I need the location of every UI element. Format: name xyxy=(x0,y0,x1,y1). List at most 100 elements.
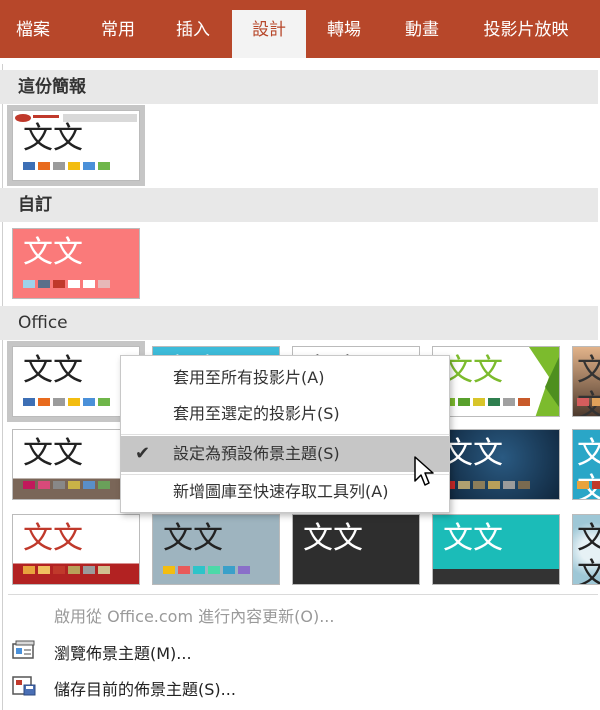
menu-separator xyxy=(121,434,449,435)
color-swatch xyxy=(38,162,50,170)
color-swatch xyxy=(592,481,600,489)
color-swatch xyxy=(223,566,235,574)
tab-insert[interactable]: 插入 xyxy=(157,10,229,58)
menu-apply-all-slides[interactable]: 套用至所有投影片(A) xyxy=(121,360,449,396)
theme-thumb-partial[interactable]: 文文 xyxy=(572,346,600,417)
color-swatch xyxy=(577,481,589,489)
color-swatch xyxy=(68,162,80,170)
color-swatch xyxy=(23,566,35,574)
theme-color-swatches xyxy=(443,398,530,406)
tab-file[interactable]: 檔案 xyxy=(0,10,66,58)
menu-apply-selected-slides[interactable]: 套用至選定的投影片(S) xyxy=(121,396,449,432)
color-swatch xyxy=(53,566,65,574)
theme-green-facet-shape xyxy=(529,347,559,416)
menu-item-label: 設定為預設佈景主題(S) xyxy=(173,444,340,463)
color-swatch xyxy=(38,481,50,489)
color-swatch xyxy=(178,566,190,574)
color-swatch xyxy=(473,481,485,489)
color-swatch xyxy=(98,566,110,574)
theme-thumb-partial[interactable]: 文文 xyxy=(572,429,600,500)
theme-color-swatches xyxy=(23,481,110,489)
theme-sample-text: 文文 xyxy=(443,353,503,388)
section-header-this-presentation: 這份簡報 xyxy=(0,70,598,104)
theme-sample-text: 文文 xyxy=(23,235,83,270)
color-swatch xyxy=(83,162,95,170)
section-header-office: Office xyxy=(0,306,598,340)
theme-sample-text: 文文 xyxy=(23,353,83,388)
theme-thumb-frame[interactable]: 文文 xyxy=(152,514,280,585)
menu-item-label: 套用至所有投影片(A) xyxy=(173,368,325,387)
theme-color-swatches xyxy=(577,398,600,406)
color-swatch xyxy=(53,162,65,170)
section-header-custom: 自訂 xyxy=(0,188,598,222)
theme-sample-text: 文文 xyxy=(23,521,83,556)
color-swatch xyxy=(208,566,220,574)
theme-thumb-custom[interactable]: 文文 xyxy=(12,228,140,299)
theme-color-swatches xyxy=(23,280,110,288)
ribbon-tab-bar: 檔案 常用 插入 設計 轉場 動畫 投影片放映 xyxy=(0,0,600,58)
menu-add-gallery-qat[interactable]: 新增圖庫至快速存取工具列(A) xyxy=(121,474,449,510)
enable-office-updates-command: 啟用從 Office.com 進行內容更新(O)... xyxy=(54,607,335,626)
theme-context-menu: 套用至所有投影片(A) 套用至選定的投影片(S) ✔ 設定為預設佈景主題(S) … xyxy=(120,355,450,513)
theme-sample-text: 文文 xyxy=(577,436,600,499)
color-swatch xyxy=(83,481,95,489)
theme-color-swatches xyxy=(577,481,600,489)
theme-thumb-quotable[interactable]: 文文 xyxy=(12,514,140,585)
color-swatch xyxy=(68,566,80,574)
color-swatch xyxy=(473,398,485,406)
theme-sample-text: 文文 xyxy=(163,521,223,556)
color-swatch xyxy=(38,398,50,406)
save-theme-icon xyxy=(12,676,36,696)
color-swatch xyxy=(98,398,110,406)
tab-transitions[interactable]: 轉場 xyxy=(309,10,379,58)
tab-slideshow[interactable]: 投影片放映 xyxy=(466,10,586,58)
check-icon: ✔ xyxy=(135,443,151,464)
theme-color-swatches xyxy=(23,398,110,406)
theme-sample-text: 文文 xyxy=(303,521,363,556)
color-swatch xyxy=(68,481,80,489)
theme-color-swatches xyxy=(163,566,250,574)
menu-item-label: 套用至選定的投影片(S) xyxy=(173,404,340,423)
theme-color-swatches xyxy=(443,481,530,489)
theme-banner-strip xyxy=(13,111,139,122)
theme-thumb-ion[interactable]: 文文 xyxy=(432,346,560,417)
color-swatch xyxy=(83,280,95,288)
save-current-theme-command[interactable]: 儲存目前的佈景主題(S)... xyxy=(54,676,236,700)
theme-sample-text: 文文 xyxy=(577,353,600,416)
theme-thumb-partial[interactable]: 文文 xyxy=(572,514,600,585)
theme-thumb-badge[interactable]: 文文 xyxy=(432,514,560,585)
theme-thumb-mesh[interactable]: 文文 xyxy=(292,514,420,585)
menu-set-default-theme[interactable]: ✔ 設定為預設佈景主題(S) xyxy=(121,436,449,472)
color-swatch xyxy=(23,280,35,288)
theme-thumb-current[interactable]: 文文 xyxy=(7,105,145,186)
theme-thumb-circuit[interactable]: 文文 xyxy=(432,429,560,500)
color-swatch xyxy=(458,481,470,489)
color-swatch xyxy=(53,280,65,288)
color-swatch xyxy=(193,566,205,574)
theme-sample-text: 文文 xyxy=(577,521,600,584)
color-swatch xyxy=(238,566,250,574)
browse-themes-command[interactable]: 瀏覽佈景主題(M)... xyxy=(54,640,192,664)
theme-sample-text: 文文 xyxy=(443,436,503,471)
color-swatch xyxy=(23,481,35,489)
tab-design[interactable]: 設計 xyxy=(232,10,306,58)
gallery-divider xyxy=(8,594,598,595)
mouse-pointer-icon xyxy=(414,456,434,486)
theme-color-swatches xyxy=(23,162,110,170)
browse-themes-icon xyxy=(12,640,35,659)
menu-item-label: 新增圖庫至快速存取工具列(A) xyxy=(173,482,389,501)
tab-home[interactable]: 常用 xyxy=(82,10,154,58)
color-swatch xyxy=(503,398,515,406)
color-swatch xyxy=(458,398,470,406)
color-swatch xyxy=(592,398,600,406)
tab-animations[interactable]: 動畫 xyxy=(386,10,458,58)
color-swatch xyxy=(503,481,515,489)
color-swatch xyxy=(577,398,589,406)
color-swatch xyxy=(83,566,95,574)
color-swatch xyxy=(68,280,80,288)
theme-sample-text: 文文 xyxy=(23,121,83,156)
color-swatch xyxy=(53,481,65,489)
color-swatch xyxy=(98,481,110,489)
color-swatch xyxy=(83,398,95,406)
color-swatch xyxy=(38,280,50,288)
